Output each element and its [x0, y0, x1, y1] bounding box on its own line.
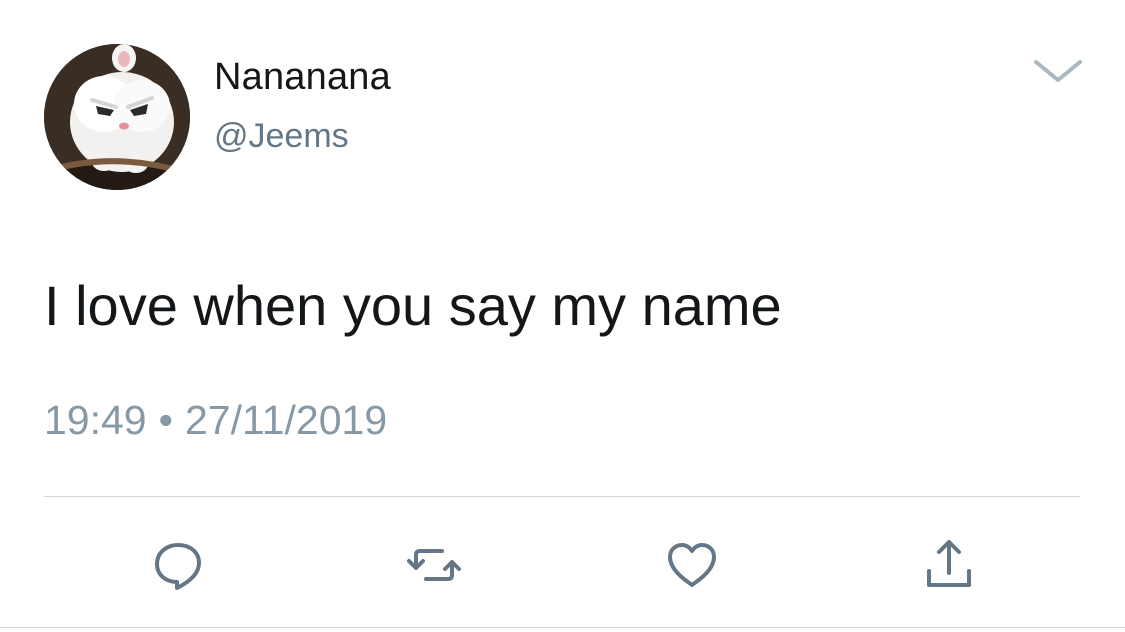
user-handle[interactable]: @Jeems	[214, 117, 349, 156]
display-name[interactable]: Nananana	[214, 56, 391, 99]
tweet-text: I love when you say my name	[44, 274, 782, 337]
tweet-timestamp[interactable]: 19:49 • 27/11/2019	[44, 397, 387, 444]
tweet-card: Nananana @Jeems I love when you say my n…	[0, 0, 1125, 632]
reply-icon[interactable]	[150, 537, 206, 593]
meta-separator: •	[158, 397, 173, 443]
chevron-down-icon[interactable]	[1030, 52, 1086, 88]
avatar[interactable]	[44, 44, 190, 190]
divider	[44, 496, 1080, 497]
avatar-image	[44, 44, 190, 190]
tweet-time: 19:49	[44, 397, 147, 443]
tweet-date: 27/11/2019	[184, 397, 388, 443]
share-icon[interactable]	[921, 537, 977, 593]
bottom-divider	[0, 627, 1125, 628]
retweet-icon[interactable]	[406, 537, 462, 593]
heart-icon[interactable]	[664, 537, 720, 593]
